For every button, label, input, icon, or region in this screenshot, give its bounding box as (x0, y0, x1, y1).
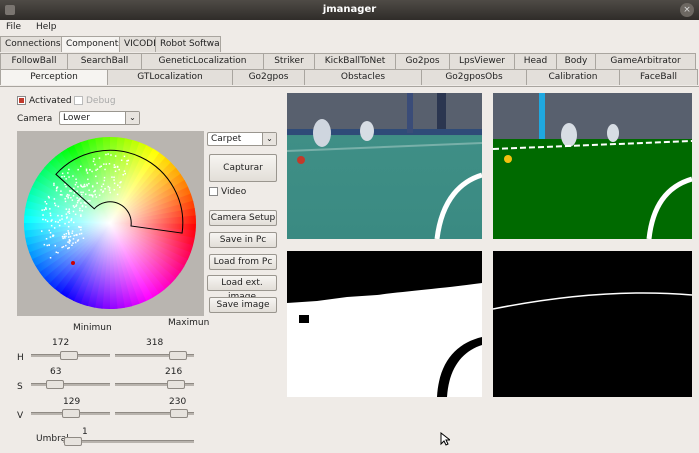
minimum-label: Minimun (73, 323, 112, 333)
camera-raw-image (287, 93, 482, 239)
h-max-value: 318 (146, 338, 164, 348)
load-ext-image-button[interactable]: Load ext. image (207, 275, 277, 302)
v-min-value: 129 (63, 397, 81, 407)
binary-mask-image (287, 251, 482, 397)
debug-check-icon[interactable] (74, 96, 83, 105)
tab-obstacles[interactable]: Obstacles (304, 69, 422, 85)
tab-lpsviewer[interactable]: LpsViewer (449, 53, 515, 69)
tab-body[interactable]: Body (556, 53, 596, 69)
line-detection-image (493, 251, 692, 397)
save-in-pc-button[interactable]: Save in Pc (209, 232, 277, 248)
segmented-image (493, 93, 692, 239)
tab-components[interactable]: Components (61, 36, 120, 52)
save-image-button[interactable]: Save image (209, 297, 277, 313)
tab-gtlocalization[interactable]: GTLocalization (107, 69, 233, 85)
v-label: V (17, 411, 24, 421)
menu-help[interactable]: Help (30, 20, 63, 32)
v-max-handle[interactable] (170, 409, 189, 418)
tab-go2gposobs[interactable]: Go2gposObs (421, 69, 527, 85)
h-label: H (17, 353, 24, 363)
perception-panel: Activated Debug Camera Lower ⌄ Minimun M… (0, 86, 699, 453)
activated-checkbox[interactable]: Activated (17, 96, 72, 106)
camera-label: Camera (17, 114, 53, 124)
v-max-slider[interactable] (115, 409, 194, 418)
window-title: jmanager (322, 4, 377, 15)
mouse-cursor-icon (440, 432, 450, 446)
v-min-slider[interactable] (31, 409, 110, 418)
video-check-icon[interactable] (209, 187, 218, 196)
s-max-value: 216 (165, 367, 183, 377)
tab-connections[interactable]: Connections (0, 36, 62, 52)
h-max-slider[interactable] (115, 351, 194, 360)
v-max-value: 230 (169, 397, 187, 407)
tab-perception[interactable]: Perception (0, 69, 108, 85)
s-min-slider[interactable] (31, 380, 110, 389)
tab-searchball[interactable]: SearchBall (67, 53, 142, 69)
tab-faceball[interactable]: FaceBall (619, 69, 698, 85)
activated-check-icon[interactable] (17, 96, 26, 105)
h-min-value: 172 (52, 338, 70, 348)
s-max-handle[interactable] (166, 380, 185, 389)
color-wheel-panel[interactable] (17, 131, 204, 316)
tab-geneticlocalization[interactable]: GeneticLocalization (141, 53, 264, 69)
video-checkbox[interactable]: Video (209, 187, 246, 197)
chevron-down-icon: ⌄ (125, 112, 139, 124)
h-min-slider[interactable] (31, 351, 110, 360)
camera-setup-button[interactable]: Camera Setup (209, 210, 277, 226)
component-tabs-row2: Perception GTLocalization Go2gpos Obstac… (0, 69, 698, 85)
threshold-slider[interactable] (63, 437, 194, 446)
maximum-label: Maximun (168, 318, 210, 328)
h-min-handle[interactable] (60, 351, 79, 360)
threshold-handle[interactable] (64, 437, 83, 446)
tab-go2pos[interactable]: Go2pos (395, 53, 450, 69)
tab-followball[interactable]: FollowBall (0, 53, 68, 69)
main-tabs: Connections Components VICODE Robot Soft… (0, 36, 221, 52)
tab-calibration[interactable]: Calibration (526, 69, 620, 85)
camera-select[interactable]: Lower ⌄ (59, 111, 140, 125)
threshold-value: 1 (82, 427, 88, 437)
close-icon[interactable]: × (680, 3, 694, 17)
debug-checkbox[interactable]: Debug (74, 96, 116, 106)
hsv-color-wheel[interactable] (17, 131, 204, 316)
menu-file[interactable]: File (0, 20, 27, 32)
component-tabs-row1: FollowBall SearchBall GeneticLocalizatio… (0, 53, 696, 69)
load-from-pc-button[interactable]: Load from Pc (209, 254, 277, 270)
filter-select[interactable]: Carpet ⌄ (207, 132, 277, 146)
capture-button[interactable]: Capturar (209, 154, 277, 182)
tab-kickballtonet[interactable]: KickBallToNet (314, 53, 396, 69)
s-max-slider[interactable] (115, 380, 194, 389)
tab-go2gpos[interactable]: Go2gpos (232, 69, 305, 85)
s-min-value: 63 (50, 367, 62, 377)
tab-gamearbitrator[interactable]: GameArbitrator (595, 53, 696, 69)
chevron-down-icon: ⌄ (262, 133, 276, 145)
s-min-handle[interactable] (46, 380, 65, 389)
tab-head[interactable]: Head (514, 53, 557, 69)
h-max-handle[interactable] (168, 351, 187, 360)
v-min-handle[interactable] (61, 409, 80, 418)
menubar: File Help (0, 20, 699, 36)
s-label: S (17, 382, 23, 392)
tab-striker[interactable]: Striker (263, 53, 315, 69)
window-titlebar[interactable]: jmanager × (0, 0, 699, 20)
tab-robot-software[interactable]: Robot Software (155, 36, 221, 52)
tab-vicode[interactable]: VICODE (119, 36, 156, 52)
